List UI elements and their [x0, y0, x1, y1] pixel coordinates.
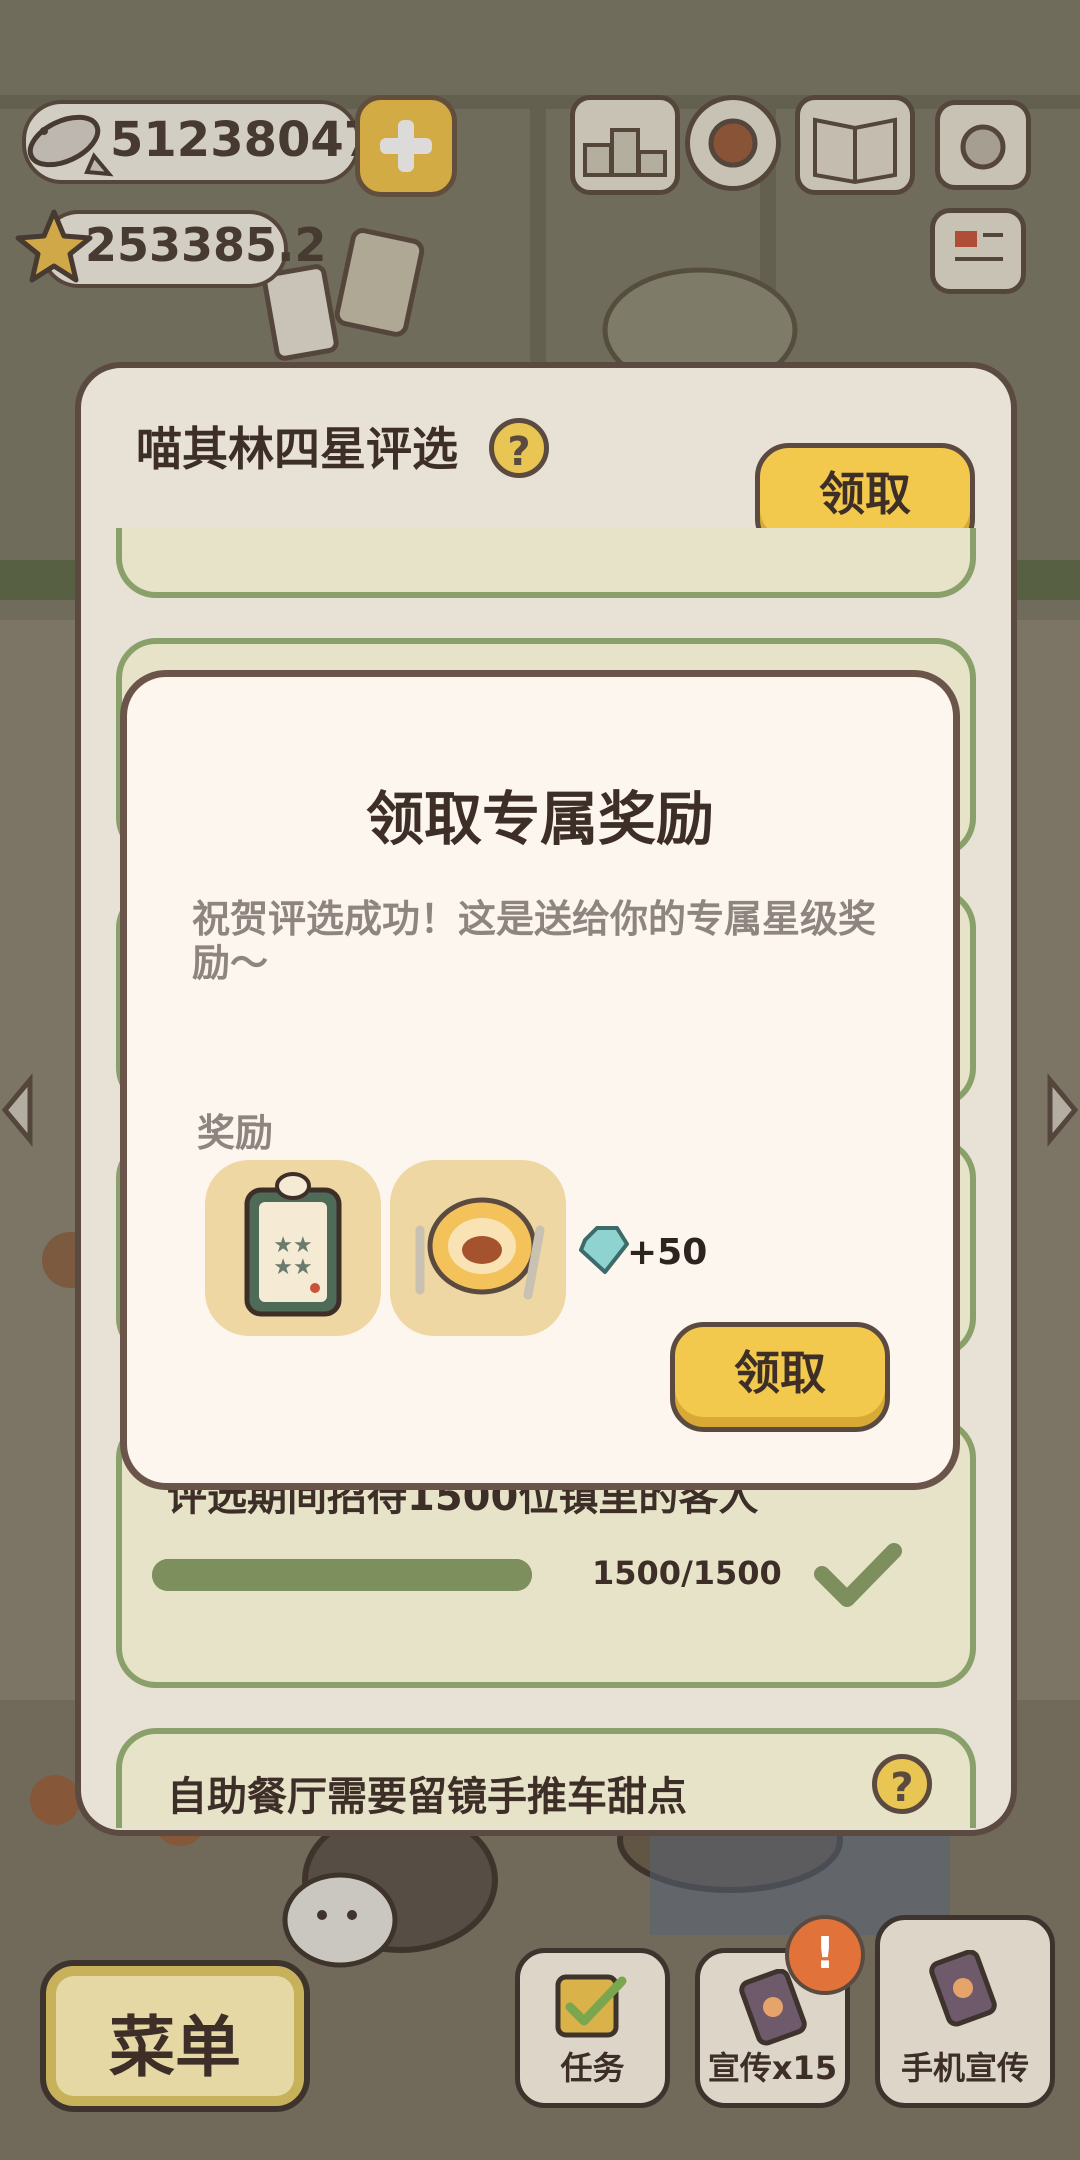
gem-count: +50	[627, 1232, 708, 1273]
tasks-label: 任务	[560, 2049, 625, 2087]
chef-board-icon: ★★ ★★	[244, 1172, 342, 1317]
progress-fill	[152, 1559, 532, 1591]
reward-modal: 领取专属奖励 祝贺评选成功！这是送给你的专属星级奖励～ 奖励 ★★ ★★ +50…	[120, 670, 960, 1490]
notification-badge: !	[785, 1915, 865, 1995]
menu-label: 菜单	[109, 2009, 241, 2086]
reward-item[interactable]: ★★ ★★	[205, 1160, 381, 1336]
task-card-partial: 自助餐厅需要留镜手推车甜点 ?	[116, 1728, 976, 1828]
svg-text:★★: ★★	[273, 1255, 312, 1280]
progress-bar	[152, 1559, 532, 1591]
help-icon[interactable]: ?	[489, 418, 549, 478]
modal-description: 祝贺评选成功！这是送给你的专属星级奖励～	[192, 897, 877, 985]
menu-button[interactable]: 菜单	[40, 1960, 310, 2112]
task-card	[116, 528, 976, 598]
modal-claim-button[interactable]: 领取	[670, 1322, 890, 1432]
phone-icon	[929, 1950, 997, 2027]
promote-label: 宣传x15	[707, 2049, 838, 2087]
tasks-button[interactable]: 任务	[515, 1948, 670, 2108]
modal-title: 领取专属奖励	[365, 785, 714, 853]
task-description: 自助餐厅需要留镜手推车甜点	[167, 1774, 687, 1820]
help-icon[interactable]: ?	[872, 1754, 932, 1814]
paw-plate-icon	[415, 1197, 545, 1300]
gem-icon	[579, 1226, 629, 1274]
progress-text: 1500/1500	[592, 1554, 782, 1592]
panel-title: 喵其林四星评选	[136, 422, 458, 476]
reward-label: 奖励	[197, 1111, 274, 1155]
phone-promote-label: 手机宣传	[900, 2049, 1029, 2087]
task-checklist-icon	[555, 1974, 627, 2038]
phone-promote-button[interactable]: 手机宣传	[875, 1915, 1055, 2108]
reward-item[interactable]	[390, 1160, 566, 1336]
check-icon	[814, 1543, 902, 1607]
